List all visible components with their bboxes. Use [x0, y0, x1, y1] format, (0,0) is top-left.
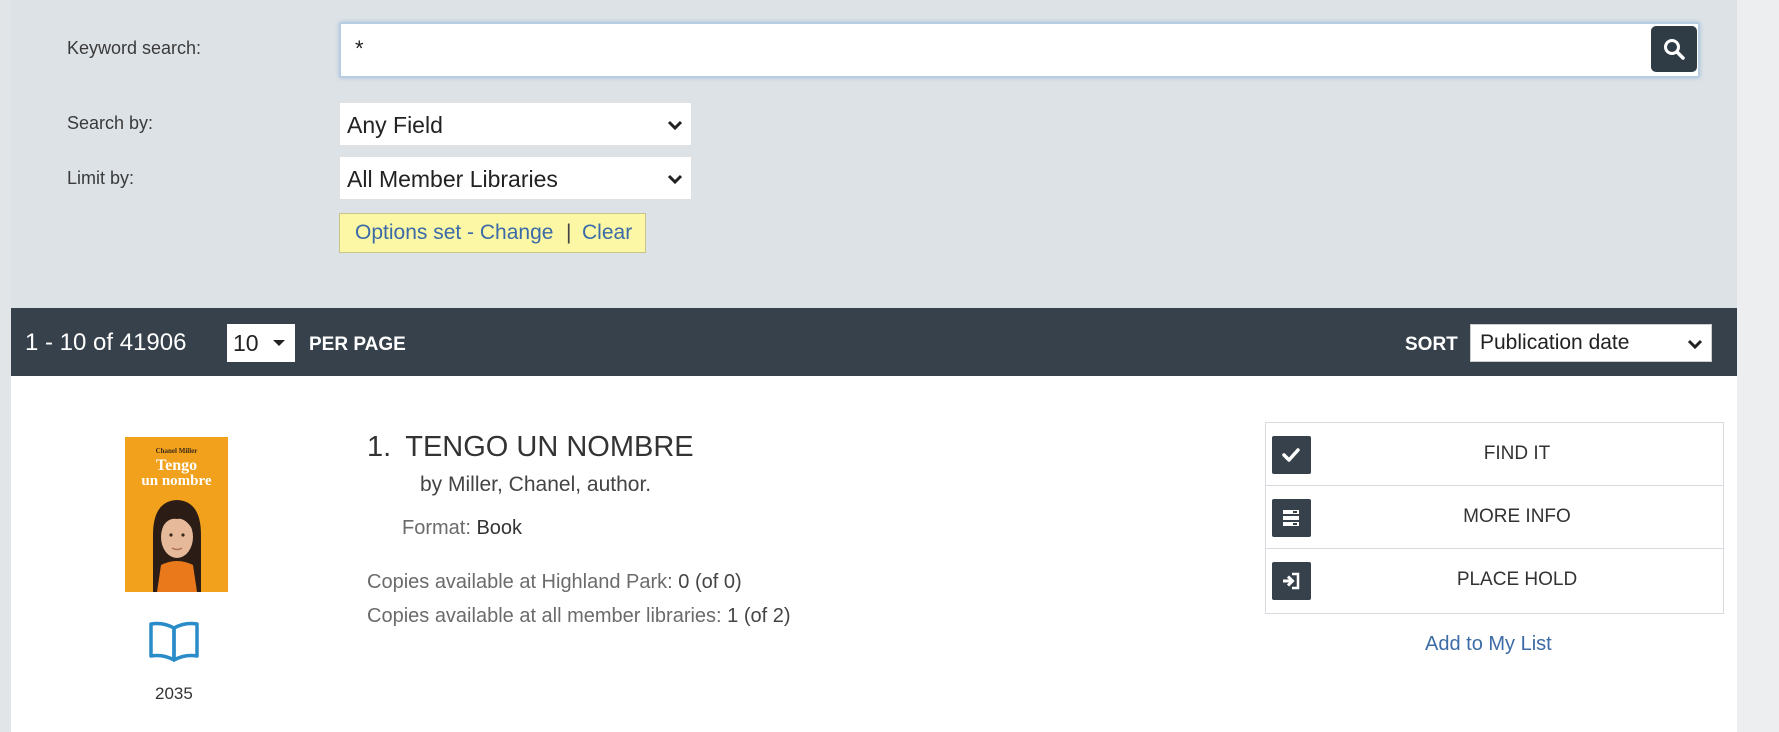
find-it-label: FIND IT — [1483, 443, 1551, 464]
format-value: Book — [476, 517, 523, 539]
book-cover-image[interactable]: Chanel Miller Tengo un nombre — [125, 437, 228, 592]
limit-by-select[interactable]: All Member Libraries — [339, 156, 692, 200]
keyword-search-label: Keyword search: — [67, 38, 202, 58]
open-book-icon — [149, 621, 199, 662]
place-hold-button[interactable]: PLACE HOLD — [1266, 549, 1723, 612]
result-number: 1. — [367, 431, 392, 463]
result-actions: FIND IT MORE INFO PLACE HOLD — [1265, 422, 1724, 614]
cover-author: Chanel Miller — [155, 447, 198, 455]
limit-by-label: Limit by: — [67, 168, 135, 188]
options-separator: | — [566, 221, 572, 244]
place-hold-label: PLACE HOLD — [1456, 569, 1578, 590]
search-by-select[interactable]: Any Field — [339, 102, 692, 146]
result-count: 1 - 10 of 41906 — [25, 329, 187, 356]
per-page-label: PER PAGE — [309, 334, 406, 355]
clear-options-link[interactable]: Clear — [582, 221, 632, 245]
cover-portrait — [153, 500, 201, 592]
search-icon — [1664, 39, 1685, 60]
limit-by-value: All Member Libraries — [347, 166, 558, 192]
copies-local: Copies available at Highland Park: 0 (of… — [367, 571, 742, 594]
left-margin — [0, 0, 11, 732]
sort-select[interactable]: Publication date — [1470, 324, 1712, 362]
search-panel: Keyword search: * Search by: Any Field L… — [11, 0, 1737, 308]
more-info-label: MORE INFO — [1463, 506, 1571, 527]
copies-local-value: 0 (of 0) — [678, 571, 742, 593]
checkmark-icon — [1282, 448, 1300, 462]
copies-all-value: 1 (of 2) — [727, 605, 791, 627]
add-to-my-list-link[interactable]: Add to My List — [1425, 633, 1552, 656]
result-format: Format: Book — [402, 517, 522, 540]
page: Keyword search: * Search by: Any Field L… — [0, 0, 1779, 732]
result-title[interactable]: 1. TENGO UN NOMBRE — [367, 431, 694, 464]
sign-in-icon — [1283, 572, 1300, 590]
result-author: by Miller, Chanel, author. — [420, 473, 652, 496]
search-by-value: Any Field — [347, 112, 443, 138]
copies-local-label: Copies available at Highland Park: — [367, 571, 673, 593]
per-page-select[interactable]: 10 — [227, 324, 295, 362]
keyword-search-value: * — [355, 36, 364, 61]
chevron-down-icon — [667, 174, 683, 185]
caret-down-icon — [273, 340, 285, 346]
right-margin — [1737, 0, 1779, 732]
chevron-down-icon — [1687, 339, 1703, 350]
result-title-text[interactable]: TENGO UN NOMBRE — [405, 431, 693, 463]
find-it-button[interactable]: FIND IT — [1266, 423, 1723, 486]
keyword-search-input[interactable]: * — [339, 22, 1700, 78]
more-info-button[interactable]: MORE INFO — [1266, 486, 1723, 549]
details-list-icon — [1283, 510, 1299, 526]
format-label: Format: — [402, 517, 471, 539]
cover-title-line2: un nombre — [141, 473, 212, 489]
sort-value: Publication date — [1480, 331, 1630, 354]
options-notice: Options set - Change | Clear — [339, 213, 646, 253]
copies-all-label: Copies available at all member libraries… — [367, 605, 722, 627]
publication-year: 2035 — [155, 684, 193, 703]
sort-label: SORT — [1405, 334, 1458, 355]
options-change-link[interactable]: Options set - Change — [355, 221, 553, 245]
per-page-value: 10 — [233, 330, 259, 356]
search-by-label: Search by: — [67, 113, 154, 133]
copies-all: Copies available at all member libraries… — [367, 605, 791, 628]
results-toolbar: 1 - 10 of 41906 10 PER PAGE SORT Publica… — [11, 308, 1737, 376]
chevron-down-icon — [667, 120, 683, 131]
result-item: Chanel Miller Tengo un nombre 2035 1. TE… — [11, 376, 1737, 732]
search-button[interactable] — [1651, 26, 1697, 72]
